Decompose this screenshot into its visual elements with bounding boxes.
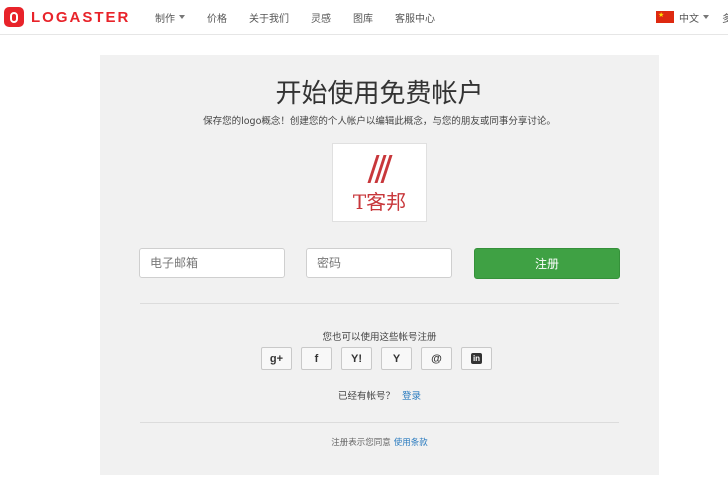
terms-text: 注册表示您同意 — [331, 438, 391, 448]
brand-name: LOGASTER — [31, 8, 131, 26]
social-signup-label: 您也可以使用这些帐号注册 — [322, 332, 437, 343]
email-input[interactable] — [139, 248, 285, 278]
linkedin-button[interactable]: in — [461, 347, 492, 370]
login-link[interactable]: 登录 — [402, 391, 421, 402]
nav-item-inspiration[interactable]: 灵感 — [311, 10, 331, 25]
login-prompt-text: 已经有帐号？ — [337, 391, 395, 402]
brand-logo[interactable]: LOGASTER — [4, 6, 130, 28]
divider — [140, 422, 619, 423]
email-signup-button[interactable]: @ — [421, 347, 452, 370]
top-navbar: LOGASTER 制作 价格 关于我们 灵感 图库 客服中心 中文 多 — [0, 0, 728, 35]
nav-edge-text[interactable]: 多 — [722, 0, 728, 34]
divider — [140, 303, 619, 304]
chevron-down-icon — [703, 15, 709, 19]
page-subtitle: 保存您的logo概念！创建您的个人帐户以编辑此概念，与您的朋友或同事分享讨论。 — [203, 116, 556, 127]
password-input[interactable] — [306, 248, 452, 278]
main-menu: 制作 价格 关于我们 灵感 图库 客服中心 — [155, 0, 457, 34]
terms-link[interactable]: 使用条款 — [394, 438, 428, 448]
google-plus-icon: g+ — [269, 352, 284, 365]
register-button[interactable]: 注册 — [474, 248, 620, 279]
signup-panel: 开始使用免费帐户 保存您的logo概念！创建您的个人帐户以编辑此概念，与您的朋友… — [100, 55, 659, 475]
language-label: 中文 — [679, 13, 699, 25]
logo-preview-name: T客邦 — [352, 190, 407, 214]
yandex-icon: Y — [392, 352, 401, 365]
terms-notice: 注册表示您同意 使用条款 — [100, 436, 659, 448]
logaster-logo-icon — [4, 7, 24, 27]
chevron-down-icon — [179, 15, 185, 19]
nav-item-gallery[interactable]: 图库 — [353, 10, 373, 25]
logo-preview-card: T客邦 — [332, 143, 427, 222]
nav-item-create[interactable]: 制作 — [155, 10, 185, 25]
nav-item-pricing[interactable]: 价格 — [207, 10, 227, 25]
nav-item-label: 制作 — [155, 13, 175, 25]
facebook-button[interactable]: f — [301, 347, 332, 370]
google-plus-button[interactable]: g+ — [261, 347, 292, 370]
login-prompt: 已经有帐号？ 登录 — [100, 388, 659, 402]
facebook-icon: f — [314, 352, 319, 365]
nav-item-support[interactable]: 客服中心 — [395, 10, 435, 25]
at-icon: @ — [431, 352, 442, 365]
linkedin-icon: in — [471, 353, 482, 364]
social-buttons: g+ f Y! Y @ in — [261, 347, 492, 370]
yandex-button[interactable]: Y — [381, 347, 412, 370]
yahoo-button[interactable]: Y! — [341, 347, 372, 370]
cn-flag-icon — [656, 11, 674, 23]
yahoo-icon: Y! — [351, 352, 362, 365]
nav-item-about[interactable]: 关于我们 — [249, 10, 289, 25]
language-selector[interactable]: 中文 — [656, 0, 709, 34]
page-title: 开始使用免费帐户 — [275, 79, 484, 109]
logo-symbol-icon — [367, 155, 393, 183]
